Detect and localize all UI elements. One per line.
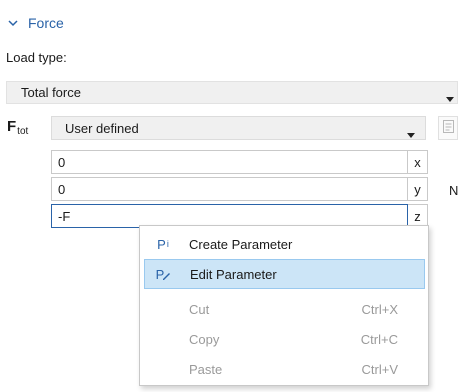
- create-parameter-icon: Pi: [157, 236, 169, 252]
- menu-item-copy[interactable]: Copy Ctrl+C: [144, 324, 425, 354]
- force-definition-value: User defined: [65, 120, 139, 136]
- force-unit-label: N: [449, 183, 458, 198]
- force-definition-select[interactable]: User defined: [51, 116, 426, 140]
- dropdown-arrow-icon: [407, 126, 415, 141]
- menu-item-label: Copy: [189, 331, 220, 347]
- edit-parameter-icon: P: [150, 267, 178, 282]
- context-menu: Pi Create Parameter P Edit Parameter Cut…: [139, 225, 429, 386]
- menu-item-label: Paste: [189, 361, 223, 377]
- dropdown-arrow-icon: [446, 90, 454, 105]
- menu-item-create-parameter[interactable]: Pi Create Parameter: [144, 229, 425, 259]
- menu-item-shortcut: Ctrl+V: [361, 361, 398, 377]
- menu-item-paste[interactable]: Paste Ctrl+V: [144, 354, 425, 384]
- load-type-label: Load type:: [6, 50, 67, 65]
- menu-item-shortcut: Ctrl+X: [361, 301, 398, 317]
- menu-item-shortcut: Ctrl+C: [360, 331, 398, 347]
- document-icon: [442, 120, 454, 136]
- force-symbol: F: [7, 118, 17, 135]
- axis-y-label: y: [408, 177, 428, 201]
- section-title: Force: [28, 15, 64, 31]
- force-symbol-label: Ftot: [7, 118, 28, 137]
- menu-item-cut[interactable]: Cut Ctrl+X: [144, 294, 425, 324]
- menu-item-label: Edit Parameter: [190, 266, 277, 282]
- menu-item-label: Cut: [189, 301, 210, 317]
- expression-builder-button[interactable]: [438, 116, 458, 140]
- force-y-value: 0: [58, 181, 66, 197]
- chevron-down-icon[interactable]: [6, 19, 20, 27]
- load-type-value: Total force: [21, 85, 81, 100]
- force-y-input[interactable]: 0: [51, 177, 408, 201]
- menu-separator: [144, 291, 425, 292]
- force-z-value: -F: [58, 208, 71, 224]
- force-x-value: 0: [58, 154, 66, 170]
- menu-item-edit-parameter[interactable]: P Edit Parameter: [144, 259, 425, 289]
- force-section-header[interactable]: Force: [6, 12, 64, 34]
- menu-item-label: Create Parameter: [189, 236, 293, 252]
- force-subscript: tot: [17, 126, 29, 137]
- load-type-select[interactable]: Total force: [6, 81, 458, 104]
- force-x-input[interactable]: 0: [51, 150, 408, 174]
- axis-x-label: x: [408, 150, 428, 174]
